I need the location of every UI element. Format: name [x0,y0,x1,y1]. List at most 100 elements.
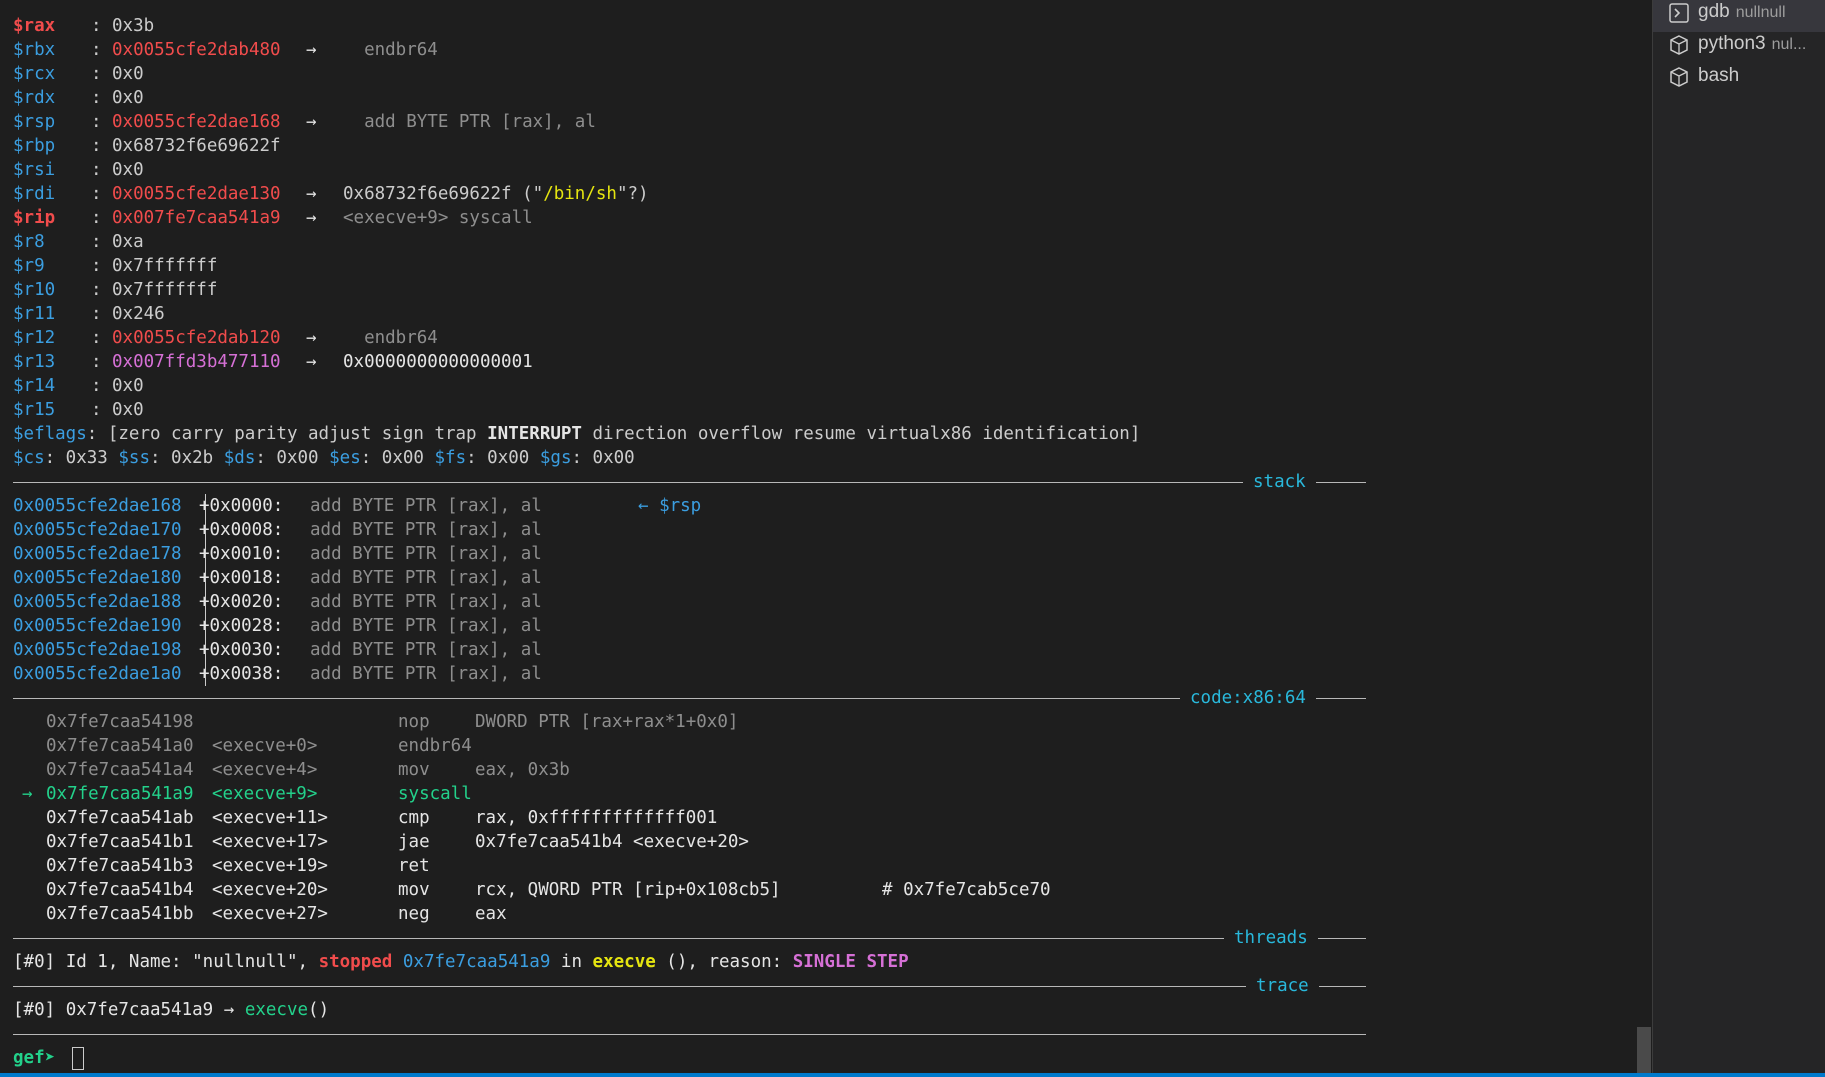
stack-offset: +0x0028: [199,616,284,636]
code-comment: # 0x7fe7cab5ce70 [882,880,1051,900]
stack-address: 0x0055cfe2dae180 [13,568,182,588]
thread-info: (), reason: [655,952,793,972]
code-address: 0x7fe7caa541a9 [46,784,194,804]
stack-address: 0x0055cfe2dae178 [13,544,182,564]
code-operands: 0x7fe7caa541b4 <execve+20> [475,832,749,852]
segment-value: : 0x00 [571,448,635,468]
separator: : [91,160,102,180]
register-name: $r8 [13,232,45,252]
stack-offset: +0x0018: [199,568,284,588]
register-deref: 0x68732f6e69622f ("/bin/sh"?) [343,184,649,204]
thread-function: execve [592,952,656,972]
separator: : [91,208,102,228]
code-mnemonic: nop [398,712,430,732]
register-name: $rcx [13,64,56,84]
register-name: $rdx [13,88,56,108]
stack-value: add BYTE PTR [rax], al [310,592,542,612]
register-value: 0x3b [112,16,155,36]
code-symbol: <execve+0> [212,736,318,756]
register-deref: endbr64 [343,40,438,60]
segment-value: : 0x00 [360,448,435,468]
register-value: 0x007ffd3b477110 [112,352,281,372]
section-trace-label: trace [1246,974,1319,998]
code-mnemonic: cmp [398,808,430,828]
segment-value: : 0x33 [44,448,119,468]
arrow-icon: → [306,352,317,372]
stack-value: add BYTE PTR [rax], al [310,664,542,684]
terminal-tab-list: gdb nullnull python3 nul... bash [1652,0,1825,1073]
stack-address: 0x0055cfe2dae198 [13,640,182,660]
segment-name: $ds [223,448,256,468]
status-bar [0,1073,1825,1077]
code-symbol: <execve+11> [212,808,328,828]
code-mnemonic: neg [398,904,430,924]
stack-divider [13,482,1366,483]
trace-tail: () [308,1000,330,1020]
code-symbol: <execve+17> [212,832,328,852]
prompt-divider [13,1034,1366,1035]
scrollbar-thumb[interactable] [1637,1027,1651,1073]
separator: : [91,304,102,324]
code-symbol: <execve+4> [212,760,318,780]
thread-in: in [550,952,593,972]
segment-name: $es [329,448,361,468]
code-mnemonic: jae [398,832,430,852]
segment-name: $cs [13,448,45,468]
arrow-icon: → [306,328,317,348]
trace-divider [13,986,1366,987]
code-symbol: <execve+9> [212,784,318,804]
register-name: $rip [13,208,56,228]
thread-id: [#0] [13,952,56,972]
stack-address: 0x0055cfe2dae170 [13,520,182,540]
code-mnemonic: mov [398,880,430,900]
separator: : [91,280,102,300]
trace-id: [#0] [13,1000,56,1020]
eflags-row: $eflags: [zero carry parity adjust sign … [13,422,1140,446]
terminal-tab-bash[interactable]: bash [1653,64,1825,96]
stack-value: add BYTE PTR [rax], al [310,568,542,588]
separator: : [91,232,102,252]
register-name: $r15 [13,400,56,420]
terminal-tab-label: bash [1698,65,1740,86]
separator: : [91,328,102,348]
segment-value: : 0x00 [466,448,540,468]
register-name: $rax [13,16,56,36]
deref-string: /bin/sh [543,184,617,204]
register-name: $rsp [13,112,56,132]
code-address: 0x7fe7caa54198 [46,712,194,732]
register-value: 0x0 [112,400,144,420]
terminal-tab-python3[interactable]: python3 nul... [1653,32,1825,64]
code-symbol: <execve+27> [212,904,328,924]
prompt-row[interactable]: gef➤ [13,1046,84,1070]
eflags-flags: direction overflow resume virtualx86 ide… [581,424,1141,444]
code-mnemonic: ret [398,856,430,876]
segment-row: $cs: 0x33 $ss: 0x2b $ds: 0x00 $es: 0x00 … [13,446,635,470]
register-value: 0x246 [112,304,165,324]
terminal-tab-gdb[interactable]: gdb nullnull [1653,0,1825,32]
stack-address: 0x0055cfe2dae1a0 [13,664,182,684]
stack-value: add BYTE PTR [rax], al [310,616,542,636]
segment-name: $gs [539,448,572,468]
text-cursor[interactable] [71,1046,84,1070]
stack-offset: +0x0008: [199,520,284,540]
code-operands: eax [475,904,507,924]
terminal-output[interactable]: $rax:0x3b $rbx:0x0055cfe2dab480 → endbr64 $… [0,0,1651,1073]
arrow-icon: → [306,184,317,204]
separator: : [91,112,102,132]
stack-value: add BYTE PTR [rax], al [310,544,542,564]
register-deref: endbr64 [343,328,438,348]
register-name: $rdi [13,184,56,204]
trace-address: 0x7fe7caa541a9 → [55,1000,245,1020]
code-mnemonic: endbr64 [398,736,472,756]
code-address: 0x7fe7caa541b3 [46,856,194,876]
code-address: 0x7fe7caa541ab [46,808,194,828]
code-operands: eax, 0x3b [475,760,570,780]
separator: : [91,400,102,420]
separator: : [91,184,102,204]
section-threads-label: threads [1224,926,1318,950]
stack-offset: +0x0010: [199,544,284,564]
code-operands: rax, 0xfffffffffffff001 [475,808,718,828]
box-icon [1670,67,1688,87]
register-deref: 0x0000000000000001 [343,352,533,372]
trace-row: [#0] 0x7fe7caa541a9 → execve() [13,998,329,1022]
